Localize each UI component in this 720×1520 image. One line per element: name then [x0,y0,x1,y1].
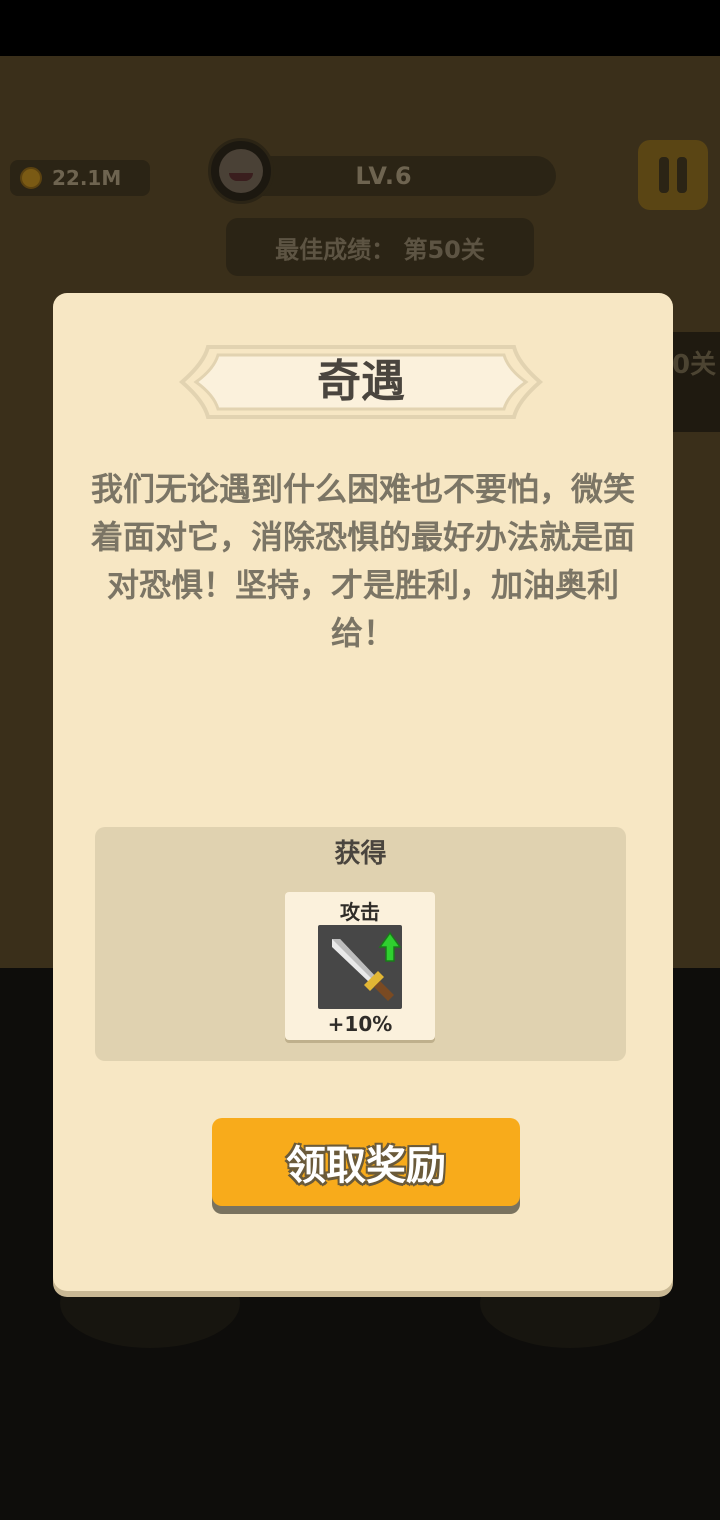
level-label: LV.6 [355,162,413,190]
coin-value: 22.1M [52,166,122,190]
pause-icon [659,157,669,193]
sword-icon [318,925,402,1009]
title-banner: 奇遇 [178,343,544,421]
pause-icon [677,157,687,193]
dialog-title: 奇遇 [317,356,405,407]
reward-card: 攻击 +10% [285,892,435,1040]
reward-panel: 获得 攻击 +10% [95,827,626,1061]
avatar-face-icon [219,149,263,193]
best-score-text: 最佳成绩： 第50关 [275,235,485,264]
status-bar [0,0,720,56]
story-text: 我们无论遇到什么困难也不要怕，微笑着面对它，消除恐惧的最好办法就是面对恐惧！坚持… [90,470,635,652]
encounter-dialog: 奇遇 我们无论遇到什么困难也不要怕，微笑着面对它，消除恐惧的最好办法就是面对恐惧… [53,293,673,1291]
claim-reward-label: 领取奖励 [286,1143,446,1189]
coin-counter: 22.1M [10,160,150,196]
side-panel-text: 0关 [672,350,717,380]
reward-value: +10% [327,1012,393,1036]
pause-button[interactable] [638,140,708,210]
coin-icon [20,167,42,189]
claim-reward-button[interactable]: 领取奖励 [212,1118,520,1206]
reward-label: 攻击 [340,900,380,924]
reward-heading: 获得 [334,839,387,869]
player-avatar[interactable] [208,138,274,204]
best-score-badge: 最佳成绩： 第50关 [226,218,534,276]
